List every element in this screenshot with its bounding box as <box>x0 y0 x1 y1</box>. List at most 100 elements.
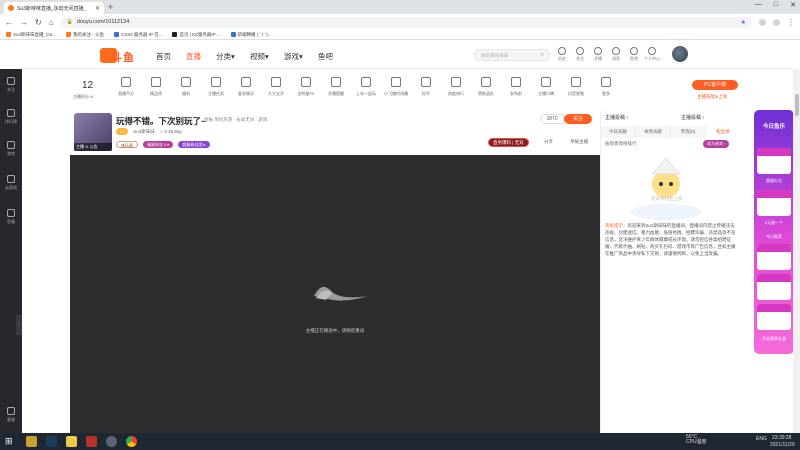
sidebar-collapse-handle[interactable]: › <box>16 315 22 335</box>
toolbar-item[interactable]: 要求情况 <box>234 77 258 97</box>
search-input[interactable]: 你的海的海味 ⌕ <box>474 49 550 61</box>
badge-super-fan[interactable]: 超级粉丝团 ▸ <box>178 141 210 148</box>
bookmark-item[interactable]: 首页 | KZ服务器IP ... <box>172 32 221 38</box>
toolbar-item[interactable]: 福利 <box>174 77 198 97</box>
history-icon[interactable]: 历史 <box>554 47 570 62</box>
rank-badge[interactable]: 直男爆料 | 无双 <box>488 138 529 147</box>
folder-icon[interactable] <box>66 436 77 447</box>
cpu-temp: 56°C CPU温度 <box>686 434 707 445</box>
chrome-icon[interactable] <box>126 436 137 447</box>
scrollbar-thumb[interactable] <box>795 94 799 116</box>
user-center-icon[interactable]: 个人中心 <box>644 47 660 62</box>
nav-home[interactable]: 首页 <box>156 51 171 62</box>
avatar[interactable] <box>672 46 688 62</box>
tab-week[interactable]: 本周贡献 <box>636 126 671 138</box>
close-tab-icon[interactable]: ✕ <box>95 5 100 12</box>
maximize-button[interactable]: □ <box>774 1 778 9</box>
badge-happy-star[interactable]: 快乐星 <box>116 141 138 148</box>
sidebar-item-ranking[interactable]: 排行榜 <box>0 109 22 125</box>
toolbar-item[interactable]: 开播提醒 <box>324 77 348 97</box>
menu-icon[interactable]: ⋮ <box>787 18 795 27</box>
extension-icon[interactable] <box>759 18 766 26</box>
toolbar-item[interactable]: 全明星PK <box>294 77 318 97</box>
promo-card[interactable] <box>757 274 791 300</box>
profile-icon[interactable] <box>773 18 780 26</box>
follow-icon[interactable]: 关注 <box>572 47 588 62</box>
toolbar-item-icon <box>241 77 251 87</box>
nav-category[interactable]: 分类▾ <box>216 51 235 62</box>
toolbar-item[interactable]: 好评 <box>414 77 438 97</box>
minimize-button[interactable]: — <box>755 1 762 9</box>
pc-client-button[interactable]: PC客户端 <box>692 80 738 90</box>
app-icon[interactable] <box>26 436 37 447</box>
message-icon[interactable]: 消息 <box>608 47 624 62</box>
bookmark-star-icon[interactable]: ★ <box>741 19 746 26</box>
pc-client-sublabel[interactable]: 主播技能&上线 <box>697 94 727 100</box>
promo-card[interactable] <box>757 244 791 270</box>
promo-card[interactable] <box>757 190 791 216</box>
sidebar-item-cloudgame[interactable]: 云游戏 <box>0 175 22 191</box>
promo-card[interactable] <box>757 148 791 174</box>
nav-video[interactable]: 视频▾ <box>250 51 269 62</box>
sidebar-item-service[interactable]: 客服 <box>0 407 22 423</box>
tab-today[interactable]: 今日贡献 <box>601 126 636 138</box>
forward-icon[interactable]: → <box>20 18 28 27</box>
bookmark-item[interactable]: CSX2 服务器 IP 在... <box>114 32 162 38</box>
toolbar-item[interactable]: 赞助战队 <box>474 77 498 97</box>
sidebar-item-fishpond[interactable]: 鱼塘 <box>0 209 22 225</box>
streamer-name[interactable]: Su3斯味味 <box>133 129 155 135</box>
contribution-tabs: 今日贡献 本周贡献 贵宾(0) 粉丝榜 <box>601 126 741 138</box>
tab-vip[interactable]: 贵宾(0) <box>671 126 706 138</box>
go-live-icon[interactable]: 开播 <box>590 47 606 62</box>
promo-card[interactable] <box>757 304 791 330</box>
bookmark-item[interactable]: 新端释播 ( ' !: ')... <box>230 32 272 38</box>
windows-start-icon[interactable]: ⊞ <box>5 436 16 447</box>
bookmark-item[interactable]: 我的关注 - 斗鱼 <box>66 32 104 38</box>
toolbar-item[interactable]: 发布前 <box>504 77 528 97</box>
language-indicator[interactable]: ENG <box>756 436 767 442</box>
back-icon[interactable]: ← <box>5 18 13 27</box>
toolbar-item[interactable]: 抖音视频 <box>564 77 588 97</box>
toolbar-item[interactable]: 精品榜 <box>144 77 168 97</box>
bookmark-item[interactable]: Su3斯味味直播_CS... <box>6 32 56 38</box>
close-window-button[interactable]: ✕ <box>790 1 796 9</box>
fishbar-icon[interactable]: 鱼吧 <box>626 47 642 62</box>
steam-icon[interactable] <box>46 436 57 447</box>
toolbar-item[interactable]: 直播平分 <box>114 77 138 97</box>
search-icon[interactable]: ⌕ <box>541 52 544 59</box>
chat-header-right[interactable]: 主播投稿 › <box>681 114 704 121</box>
browser-tab[interactable]: Su3斯味味直播_永劫无间直播_ ✕ <box>4 2 104 14</box>
nav-live[interactable]: 直播 <box>186 51 201 62</box>
windows-taskbar: ⊞ 56°C CPU温度 ENG 23:39:28 2021/11/29 <box>0 433 800 450</box>
badge-fan-star[interactable]: 福星粉丝 0 ▸ <box>143 141 174 148</box>
toolbar-item[interactable]: 小飞猪时间爆 <box>384 77 408 97</box>
become-vip-button[interactable]: 成为贵宾 › <box>703 140 730 148</box>
new-tab-button[interactable]: + <box>108 2 113 12</box>
tab-fans[interactable]: 粉丝榜 <box>706 126 741 138</box>
douyu-logo[interactable]: 斗鱼 <box>100 48 140 64</box>
reload-icon[interactable]: ↻ <box>35 18 42 27</box>
clock-time: 23:39:28 <box>772 435 792 441</box>
app-icon[interactable] <box>106 436 117 447</box>
nav-game[interactable]: 游戏▾ <box>284 51 303 62</box>
sidebar-item-follow[interactable]: 关注 <box>0 77 22 93</box>
share-button[interactable]: 分享 <box>544 139 553 145</box>
nav-fishbar[interactable]: 鱼吧 <box>318 51 333 62</box>
toolbar-item[interactable]: 热度排行 <box>444 77 468 97</box>
chat-header-left[interactable]: 主播投稿 › <box>605 114 628 121</box>
toolbar-item[interactable]: 更多 <box>594 77 618 97</box>
toolbar-item[interactable]: 大大全开 <box>264 77 288 97</box>
toolbar-item[interactable]: 上车一起玩 <box>354 77 378 97</box>
toolbar-item[interactable]: 主播口碑 <box>534 77 558 97</box>
report-streamer-button[interactable]: 举报主播 <box>570 139 588 145</box>
streamer-avatar[interactable]: 主播 ⊙ 公告 <box>74 113 112 151</box>
sidebar-item-game[interactable]: 游戏 <box>0 141 22 157</box>
follow-button[interactable]: 关注 <box>564 114 592 124</box>
page-scrollbar[interactable] <box>793 69 800 433</box>
app-icon[interactable] <box>86 436 97 447</box>
streamer-line: Lv Su3斯味味 ♀ 0 45.6kg <box>116 128 182 135</box>
toolbar-item[interactable]: 主播任务 <box>204 77 228 97</box>
url-text: douyu.com/10112134 <box>76 19 130 25</box>
url-input[interactable]: 🔒 douyu.com/10112134 ★ <box>60 16 752 28</box>
home-icon[interactable]: ⌂ <box>49 18 54 27</box>
